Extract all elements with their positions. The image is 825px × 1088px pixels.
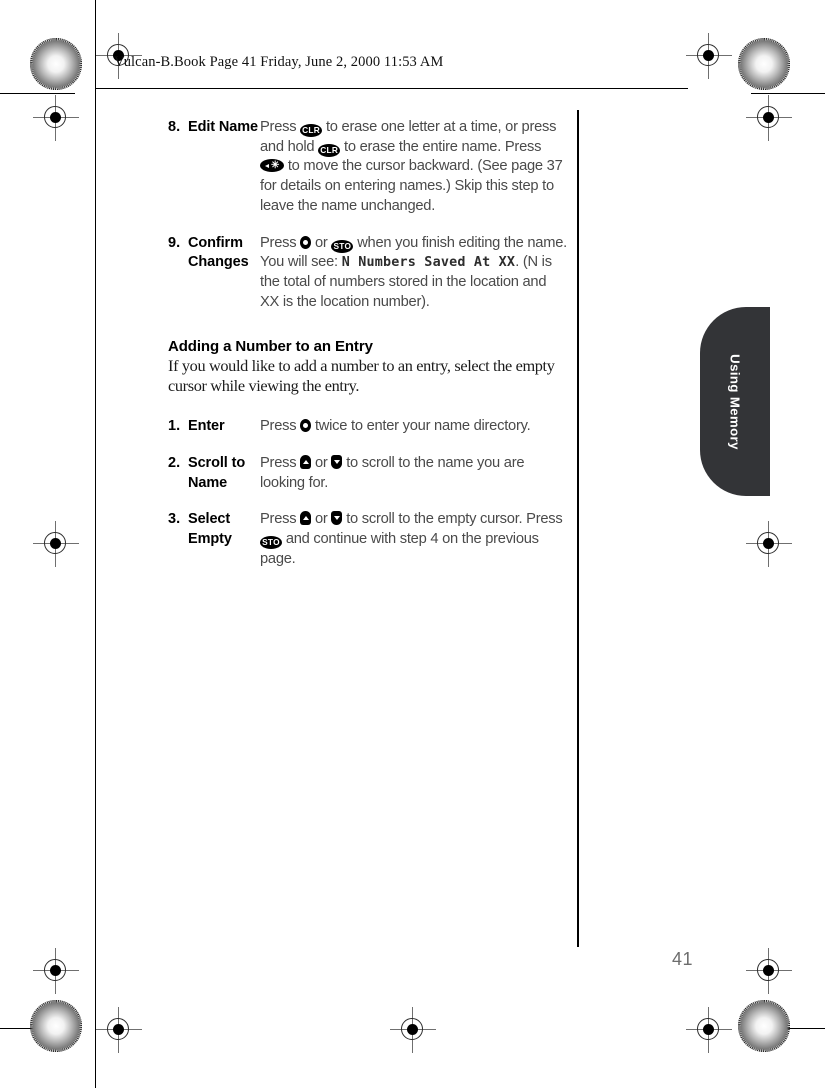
- step-label: Scroll to Name: [188, 455, 246, 491]
- step-body: Press or to scroll to the name you are l…: [260, 454, 568, 493]
- section-paragraph: If you would like to add a number to an …: [168, 356, 555, 395]
- registration-mark-right-middle: [746, 521, 792, 567]
- page-number: 41: [672, 949, 694, 969]
- chapter-side-tab: Using Memory: [700, 307, 770, 496]
- step-body-text: to move the cursor backward. (See page 3…: [260, 158, 563, 214]
- sto-key-icon: STO: [331, 239, 354, 253]
- step-body: Press twice to enter your name directory…: [260, 417, 568, 437]
- print-rosette-bottom-right: [738, 1000, 790, 1052]
- step-body-text: to erase the entire name. Press: [340, 138, 542, 155]
- select-key-icon: [300, 235, 312, 249]
- step-body-text: Press: [260, 234, 301, 251]
- step-number: 3.: [168, 511, 181, 528]
- list-item: 2. Scroll to Name Press or to scroll to …: [168, 454, 568, 493]
- scroll-up-key-icon: [300, 455, 312, 470]
- step-body-text: Press: [260, 455, 301, 472]
- step-body-text: Press: [260, 119, 301, 135]
- step-body: Press CLR to erase one letter at a time,…: [260, 118, 568, 217]
- step-body-text: to scroll to the empty cursor. Press: [342, 511, 563, 528]
- registration-mark-bottom-right: [686, 1007, 732, 1053]
- list-item: 8. Edit Name Press CLR to erase one lett…: [168, 118, 568, 217]
- step-number: 1.: [168, 418, 181, 435]
- scroll-down-key-icon: [331, 455, 343, 470]
- select-key-icon: [300, 419, 312, 433]
- list-item: 3. Select Empty Press or to scroll to th…: [168, 510, 568, 569]
- step-number: 2.: [168, 455, 181, 472]
- step-number: 9.: [168, 234, 181, 251]
- list-item: 1. Enter Press twice to enter your name …: [168, 417, 568, 437]
- phone-display-readout: N Numbers Saved At XX: [341, 255, 516, 271]
- trim-rule-top-right-horizontal: [751, 93, 825, 95]
- step-number: 8.: [168, 119, 181, 135]
- clr-key-icon: CLR: [318, 143, 341, 157]
- step-body-text: or: [311, 234, 332, 251]
- scroll-down-key-icon: [331, 511, 343, 526]
- registration-mark-left-upper: [33, 95, 79, 141]
- step-body-text: twice to enter your name directory.: [311, 418, 531, 435]
- document-header-line: Vulcan-B.Book Page 41 Friday, June 2, 20…: [114, 54, 444, 70]
- print-rosette-top-right: [738, 38, 790, 90]
- trim-rule-top-horizontal: [0, 93, 75, 95]
- step-body: Press or to scroll to the empty cursor. …: [260, 510, 568, 569]
- step-label: Confirm Changes: [188, 234, 249, 271]
- registration-mark-top-right: [686, 33, 732, 79]
- back-star-key-icon: ✳: [260, 159, 284, 173]
- registration-mark-left-lower: [33, 948, 79, 994]
- list-item: 9. Confirm Changes Press or STO when you…: [168, 234, 568, 313]
- step-body: Press or STO when you finish editing the…: [260, 234, 568, 313]
- step-label: Enter: [188, 418, 225, 435]
- section-heading: Adding a Number to an Entry: [168, 338, 373, 356]
- step-label: Select Empty: [188, 511, 232, 547]
- chapter-side-tab-label: Using Memory: [727, 353, 743, 450]
- step-label: Edit Name: [188, 119, 259, 135]
- step-body-text: or: [311, 455, 332, 472]
- trim-rule-header-underline: [96, 88, 688, 90]
- registration-mark-bottom-left: [96, 1007, 142, 1053]
- registration-mark-bottom-center: [390, 1007, 436, 1053]
- trim-rule-left-vertical: [95, 0, 97, 1088]
- print-rosette-bottom-left: [30, 1000, 82, 1052]
- step-body-text: Press: [260, 418, 301, 435]
- registration-mark-right-lower: [746, 948, 792, 994]
- registration-mark-left-middle: [33, 521, 79, 567]
- clr-key-icon: CLR: [300, 124, 323, 137]
- step-body-text: and continue with step 4 on the previous…: [260, 531, 539, 567]
- sto-key-icon: STO: [260, 536, 282, 550]
- content-divider-vertical: [577, 110, 579, 947]
- print-rosette-top-left: [30, 38, 82, 90]
- scroll-up-key-icon: [300, 511, 312, 526]
- step-body-text: Press: [260, 511, 301, 528]
- registration-mark-right-upper: [746, 95, 792, 141]
- page-content: 8. Edit Name Press CLR to erase one lett…: [168, 118, 568, 587]
- step-body-text: or: [311, 511, 332, 528]
